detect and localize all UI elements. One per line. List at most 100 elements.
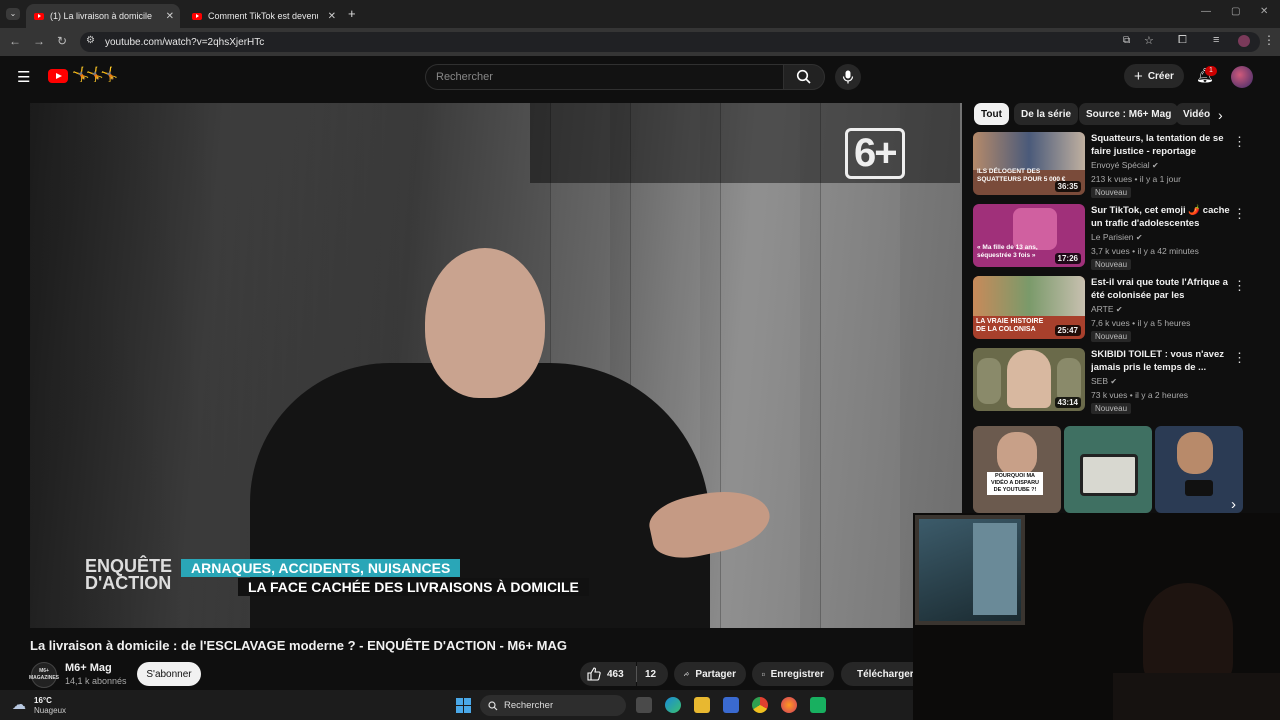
webcam-overlay bbox=[913, 513, 1280, 720]
recommended-video[interactable]: LA VRAIE HISTOIRE DE LA COLONISA 25:47 E… bbox=[973, 276, 1273, 342]
view-stats: 3,7 k vues • il y a 42 minutes bbox=[1091, 246, 1199, 256]
dislike-button[interactable]: 12 bbox=[637, 662, 668, 686]
close-window-icon[interactable]: ✕ bbox=[1260, 6, 1268, 17]
hamburger-menu-icon[interactable]: ☰ bbox=[17, 68, 30, 86]
show-logo: ENQUÊTE D'ACTION bbox=[85, 556, 173, 593]
file-explorer-icon[interactable] bbox=[694, 697, 710, 713]
video-title: La livraison à domicile : de l'ESCLAVAGE… bbox=[30, 638, 567, 653]
download-button[interactable]: Télécharger bbox=[841, 662, 913, 686]
chip-videos[interactable]: Vidéos bbox=[1176, 103, 1210, 125]
notification-badge: 1 bbox=[1205, 66, 1217, 76]
share-button[interactable]: Partager bbox=[674, 662, 746, 686]
chip-series[interactable]: De la série bbox=[1014, 103, 1079, 125]
address-bar[interactable]: ⚙ youtube.com/watch?v=2qhsXjerHTc ⧉ ☆ bbox=[80, 32, 1260, 52]
save-button[interactable]: Enregistrer bbox=[752, 662, 834, 686]
tab-video[interactable]: (1) La livraison à domicile : de l'E ✕ bbox=[26, 4, 180, 28]
channel-avatar[interactable]: M6+ MAGAZINES bbox=[29, 662, 59, 688]
short-thumbnail[interactable]: POURQUOI MA VIDÉO A DISPARU DE YOUTUBE ?… bbox=[973, 426, 1061, 513]
subscriber-count: 14,1 k abonnés bbox=[65, 676, 127, 686]
voice-search-button[interactable] bbox=[835, 64, 861, 90]
tab-search-icon[interactable]: ⌄ bbox=[6, 8, 20, 20]
more-actions-icon[interactable]: ⋮ bbox=[1233, 278, 1246, 294]
comment-count: 12 bbox=[645, 668, 657, 680]
install-icon[interactable]: ⧉ bbox=[1123, 35, 1130, 46]
channel-name[interactable]: Le Parisien ✔ bbox=[1091, 232, 1143, 242]
close-tab-icon[interactable]: ✕ bbox=[166, 11, 174, 22]
weather-condition[interactable]: Nuageux bbox=[34, 706, 66, 715]
channel-name[interactable]: ARTE ✔ bbox=[1091, 304, 1123, 314]
short-thumbnail[interactable] bbox=[1155, 426, 1243, 513]
edge-browser-icon[interactable] bbox=[665, 697, 681, 713]
account-avatar[interactable] bbox=[1231, 66, 1253, 88]
recommended-video[interactable]: « Ma fille de 13 ans, séquestrée 3 fois … bbox=[973, 204, 1273, 270]
channel-name[interactable]: SEB ✔ bbox=[1091, 376, 1117, 386]
video-thumbnail[interactable]: 43:14 bbox=[973, 348, 1085, 411]
new-badge: Nouveau bbox=[1091, 187, 1132, 198]
video-title[interactable]: Est-il vrai que toute l'Afrique a été co… bbox=[1091, 276, 1231, 302]
search-button[interactable] bbox=[783, 64, 825, 90]
firefox-icon[interactable] bbox=[781, 697, 797, 713]
thumbs-up-icon bbox=[587, 667, 601, 681]
new-badge: Nouveau bbox=[1091, 403, 1132, 414]
video-thumbnail[interactable]: LA VRAIE HISTOIRE DE LA COLONISA 25:47 bbox=[973, 276, 1085, 339]
save-label: Enregistrer bbox=[770, 668, 824, 680]
windows-start-icon[interactable] bbox=[456, 698, 471, 713]
chip-all[interactable]: Tout bbox=[974, 103, 1009, 125]
shorts-next-icon[interactable]: › bbox=[1231, 496, 1236, 513]
site-info-icon[interactable]: ⚙ bbox=[86, 35, 95, 46]
recommended-video[interactable]: ILS DÉLOGENT DES SQUATTEURS POUR 5 000 €… bbox=[973, 132, 1273, 198]
more-actions-icon[interactable]: ⋮ bbox=[1233, 206, 1246, 222]
task-view-icon[interactable] bbox=[636, 697, 652, 713]
store-icon[interactable] bbox=[723, 697, 739, 713]
video-thumbnail[interactable]: « Ma fille de 13 ans, séquestrée 3 fois … bbox=[973, 204, 1085, 267]
like-button[interactable]: 463 bbox=[580, 662, 636, 686]
doodle-icon[interactable]: 🤸🤸🤸 bbox=[72, 66, 118, 83]
overlay-subheadline: LA FACE CACHÉE DES LIVRAISONS À DOMICILE bbox=[238, 578, 589, 596]
create-button[interactable]: + Créer bbox=[1124, 64, 1184, 88]
thumbnail-caption: LA VRAIE HISTOIRE DE LA COLONISA bbox=[976, 318, 1044, 333]
extensions-icon[interactable]: ⧠ bbox=[1178, 34, 1187, 47]
video-title[interactable]: Squatteurs, la tentation de se faire jus… bbox=[1091, 132, 1231, 158]
chips-next-icon[interactable]: › bbox=[1218, 107, 1223, 123]
video-thumbnail[interactable]: ILS DÉLOGENT DES SQUATTEURS POUR 5 000 €… bbox=[973, 132, 1085, 195]
browser-menu-icon[interactable]: ⋮ bbox=[1263, 33, 1275, 47]
taskbar-search[interactable]: Rechercher bbox=[480, 695, 626, 716]
forward-icon[interactable]: → bbox=[33, 34, 45, 48]
channel-name[interactable]: M6+ Mag bbox=[65, 662, 112, 674]
tab-tiktok[interactable]: Comment TikTok est devenu un ✕ bbox=[184, 4, 342, 28]
video-title[interactable]: SKIBIDI TOILET : vous n'avez jamais pris… bbox=[1091, 348, 1231, 374]
video-player[interactable]: 6+ ENQUÊTE D'ACTION ARNAQUES, ACCIDENTS,… bbox=[30, 103, 962, 628]
short-caption: POURQUOI MA VIDÉO A DISPARU DE YOUTUBE ?… bbox=[987, 472, 1043, 495]
plus-icon: + bbox=[1134, 67, 1143, 85]
bookmark-icon bbox=[762, 672, 765, 676]
tab-title: (1) La livraison à domicile : de l'E bbox=[50, 11, 154, 21]
profile-avatar[interactable] bbox=[1238, 35, 1250, 47]
chrome-icon[interactable] bbox=[752, 697, 768, 713]
video-title[interactable]: Sur TikTok, cet emoji 🌶️ cache un trafic… bbox=[1091, 204, 1231, 230]
maximize-icon[interactable]: ▢ bbox=[1231, 6, 1240, 17]
bookmark-star-icon[interactable]: ☆ bbox=[1144, 34, 1154, 47]
video-duration: 25:47 bbox=[1054, 325, 1081, 336]
back-icon[interactable]: ← bbox=[9, 34, 21, 48]
media-icon[interactable]: ≡ bbox=[1213, 34, 1219, 46]
search-input[interactable]: Rechercher bbox=[425, 64, 783, 90]
download-label: Télécharger bbox=[857, 668, 913, 680]
subscribe-button[interactable]: S'abonner bbox=[137, 662, 201, 686]
more-actions-icon[interactable]: ⋮ bbox=[1233, 350, 1246, 366]
youtube-logo[interactable] bbox=[48, 69, 68, 83]
more-actions-icon[interactable]: ⋮ bbox=[1233, 134, 1246, 150]
new-tab-icon[interactable]: + bbox=[348, 6, 356, 21]
reload-icon[interactable]: ↻ bbox=[57, 34, 67, 48]
video-duration: 17:26 bbox=[1054, 253, 1081, 264]
new-badge: Nouveau bbox=[1091, 331, 1132, 342]
app-icon[interactable] bbox=[810, 697, 826, 713]
channel-name[interactable]: Envoyé Spécial ✔ bbox=[1091, 160, 1159, 170]
weather-cloud-icon[interactable]: ☁ bbox=[12, 696, 26, 713]
chip-source[interactable]: Source : M6+ Mag bbox=[1079, 103, 1179, 125]
m6-plus-logo: 6+ bbox=[845, 128, 905, 179]
recommended-video[interactable]: 43:14 SKIBIDI TOILET : vous n'avez jamai… bbox=[973, 348, 1273, 414]
temperature[interactable]: 16°C bbox=[34, 696, 52, 705]
short-thumbnail[interactable] bbox=[1064, 426, 1152, 513]
close-tab-icon[interactable]: ✕ bbox=[328, 11, 336, 22]
minimize-icon[interactable]: — bbox=[1201, 6, 1211, 17]
